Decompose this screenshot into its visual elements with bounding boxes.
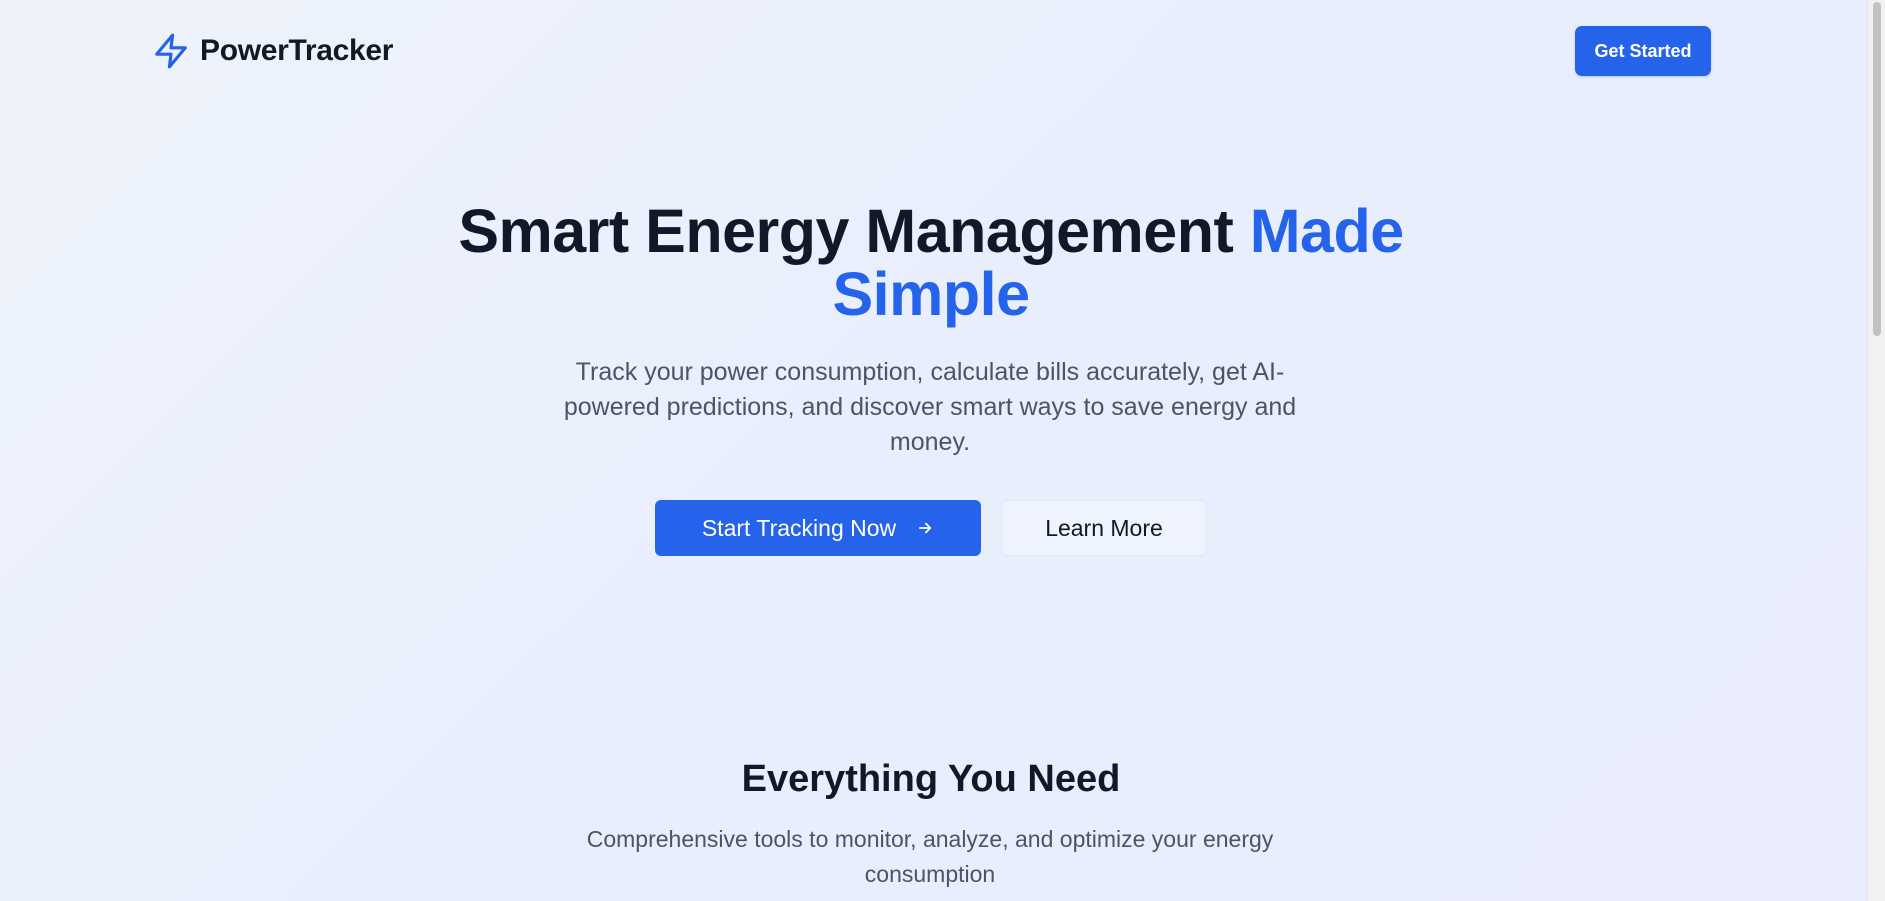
brand-logo[interactable]: PowerTracker <box>152 30 393 72</box>
hero-title-text: Smart Energy Management <box>458 197 1250 265</box>
hero-cta-row: Start Tracking Now Learn More <box>655 500 1207 556</box>
landing-page: PowerTracker Get Started Smart Energy Ma… <box>0 0 1867 901</box>
start-tracking-label: Start Tracking Now <box>701 514 897 541</box>
hero-title-accent-2: Simple <box>832 260 1030 328</box>
brand-name: PowerTracker <box>200 34 394 67</box>
arrow-right-icon <box>919 522 932 534</box>
hero-title-line-1: Smart Energy Management Made <box>0 200 1862 263</box>
get-started-button[interactable]: Get Started <box>1575 26 1711 76</box>
scrollbar-thumb[interactable] <box>1873 2 1881 336</box>
learn-more-button[interactable]: Learn More <box>1001 500 1207 556</box>
hero-title-accent-1: Made <box>1249 197 1404 265</box>
lightning-bolt-icon <box>155 33 187 69</box>
hero-title: Smart Energy Management Made Simple <box>0 200 1862 326</box>
page-scrollbar[interactable] <box>1867 0 1885 901</box>
features-subtitle: Comprehensive tools to monitor, analyze,… <box>586 826 1274 887</box>
start-tracking-button[interactable]: Start Tracking Now <box>655 500 981 556</box>
features-title: Everything You Need <box>741 758 1121 800</box>
site-header: PowerTracker Get Started <box>0 0 1867 102</box>
hero-subtitle: Track your power consumption, calculate … <box>563 358 1297 456</box>
